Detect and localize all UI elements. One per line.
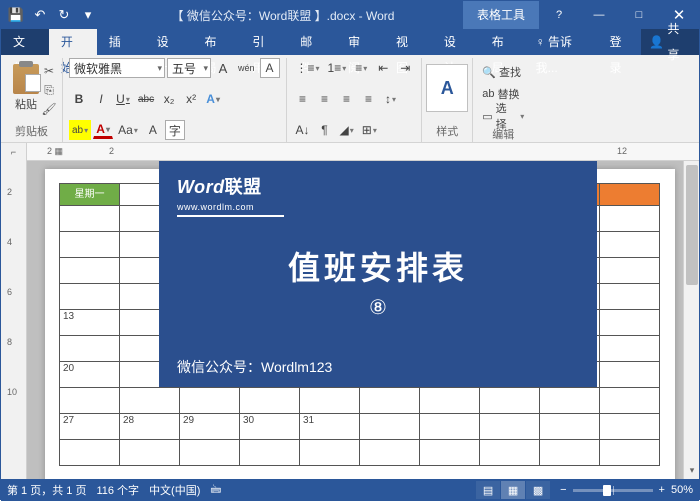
align-justify[interactable]: ≡ <box>359 89 379 109</box>
tab-review[interactable]: 审阅 <box>336 29 384 55</box>
group-editing: 编辑 <box>479 126 527 143</box>
overlay-title: 值班安排表 <box>177 243 579 289</box>
overlay-number: ⑧ <box>177 295 579 320</box>
tab-table-layout[interactable]: 布局 <box>480 29 528 55</box>
login[interactable]: 登录 <box>602 29 642 55</box>
numbering[interactable]: 1≡ <box>325 58 350 78</box>
overlay-footer: 微信公众号：Wordlm123 <box>177 357 579 377</box>
paste-icon <box>13 64 39 94</box>
align-center[interactable]: ≡ <box>315 89 335 109</box>
status-language[interactable]: 中文(中国) <box>149 482 200 498</box>
tab-view[interactable]: 视图 <box>384 29 432 55</box>
tab-design[interactable]: 设计 <box>145 29 193 55</box>
char-shading[interactable]: A <box>143 120 163 140</box>
status-page[interactable]: 第 1 页，共 1 页 <box>7 482 86 498</box>
window-maximize[interactable]: □ <box>619 1 659 29</box>
status-words[interactable]: 116 个字 <box>96 482 139 498</box>
window-title: 【 微信公众号：Word联盟 】.docx - Word <box>103 7 463 24</box>
decrease-indent[interactable]: ⇤ <box>373 58 393 78</box>
show-marks[interactable]: ¶ <box>315 120 335 140</box>
ribbon-help[interactable]: ? <box>539 1 579 29</box>
increase-indent[interactable]: ⇥ <box>395 58 415 78</box>
copy-button[interactable]: ⎘ <box>40 81 58 99</box>
grow-font[interactable]: A <box>213 58 233 78</box>
qat-undo[interactable]: ↶ <box>29 4 51 26</box>
find-button[interactable]: 🔍查找 <box>479 62 527 82</box>
view-read[interactable]: ▤ <box>476 481 500 499</box>
highlight-button[interactable]: ab <box>69 120 91 140</box>
enclose-char[interactable]: 字 <box>165 120 185 140</box>
group-styles: 样式 <box>436 123 458 140</box>
sort[interactable]: A↓ <box>293 120 313 140</box>
overlay-url: www.wordlm.com <box>177 202 284 217</box>
char-border[interactable]: A <box>260 58 280 78</box>
tab-table-design[interactable]: 设计 <box>432 29 480 55</box>
tab-references[interactable]: 引用 <box>240 29 288 55</box>
styles-gallery[interactable]: A <box>428 58 466 112</box>
group-clipboard: 剪贴板 <box>7 123 56 140</box>
vertical-scrollbar[interactable]: ▾ <box>683 161 699 479</box>
view-web[interactable]: ▩ <box>526 481 550 499</box>
scroll-thumb[interactable] <box>686 165 698 285</box>
subscript-button[interactable]: x₂ <box>159 89 179 109</box>
window-minimize[interactable]: — <box>579 1 619 29</box>
scroll-down-icon[interactable]: ▾ <box>686 465 698 477</box>
find-icon: 🔍 <box>482 66 496 79</box>
replace-icon: ab <box>482 88 494 100</box>
format-painter[interactable]: 🖌 <box>40 100 58 118</box>
multilevel[interactable]: ≡ <box>351 58 371 78</box>
status-ime[interactable]: 🖮 <box>210 481 221 500</box>
tell-me[interactable]: ♀ 告诉我... <box>528 29 602 55</box>
cut-button[interactable]: ✂ <box>40 62 58 80</box>
bold-button[interactable]: B <box>69 89 89 109</box>
document-canvas[interactable]: 星期一 13 20 2728293031 Word联盟 www.wordlm.c… <box>27 161 683 479</box>
zoom-level[interactable]: 50% <box>671 484 693 496</box>
table-tools-label: 表格工具 <box>463 1 539 29</box>
strike-button[interactable]: abc <box>135 89 157 109</box>
text-effects[interactable]: A <box>203 89 223 109</box>
share-button[interactable]: 👤共享 <box>641 29 699 55</box>
horizontal-ruler[interactable]: 2 ▦ 2 12 <box>27 143 699 160</box>
zoom-out[interactable]: − <box>560 484 566 496</box>
view-print[interactable]: ▦ <box>501 481 525 499</box>
align-left[interactable]: ≡ <box>293 89 313 109</box>
vertical-ruler[interactable]: 2 4 6 8 10 <box>1 161 27 479</box>
share-icon: 👤 <box>649 29 664 55</box>
shading[interactable]: ◢ <box>337 120 357 140</box>
change-case[interactable]: Aa <box>115 120 141 140</box>
superscript-button[interactable]: x² <box>181 89 201 109</box>
qat-save[interactable]: 💾 <box>5 4 27 26</box>
zoom-thumb[interactable] <box>603 485 611 496</box>
font-family-select[interactable]: 微软雅黑 <box>69 58 165 78</box>
qat-more[interactable]: ▾ <box>77 4 99 26</box>
borders[interactable]: ⊞ <box>359 120 380 140</box>
phonetic-guide[interactable]: wén <box>235 58 258 78</box>
tab-insert[interactable]: 插入 <box>97 29 145 55</box>
qat-redo[interactable]: ↻ <box>53 4 75 26</box>
select-icon: ▭ <box>482 110 492 123</box>
header-monday[interactable]: 星期一 <box>60 184 120 206</box>
tab-home[interactable]: 开始 <box>49 29 97 55</box>
ruler-corner[interactable]: ⌐ <box>1 143 27 161</box>
tab-layout[interactable]: 布局 <box>193 29 241 55</box>
splash-overlay: Word联盟 www.wordlm.com 值班安排表 ⑧ 微信公众号：Word… <box>159 161 597 387</box>
tab-mailings[interactable]: 邮件 <box>288 29 336 55</box>
select-button[interactable]: ▭选择 <box>479 106 527 126</box>
zoom-in[interactable]: + <box>659 484 665 496</box>
italic-button[interactable]: I <box>91 89 111 109</box>
underline-button[interactable]: U <box>113 89 133 109</box>
align-right[interactable]: ≡ <box>337 89 357 109</box>
line-spacing[interactable]: ↕ <box>381 89 401 109</box>
bullets[interactable]: ⋮≡ <box>293 58 323 78</box>
font-size-select[interactable]: 五号 <box>167 58 211 78</box>
zoom-slider[interactable] <box>573 489 653 492</box>
overlay-logo: Word联盟 <box>177 177 262 197</box>
font-color[interactable]: A <box>93 121 113 139</box>
tab-file[interactable]: 文件 <box>1 29 49 55</box>
